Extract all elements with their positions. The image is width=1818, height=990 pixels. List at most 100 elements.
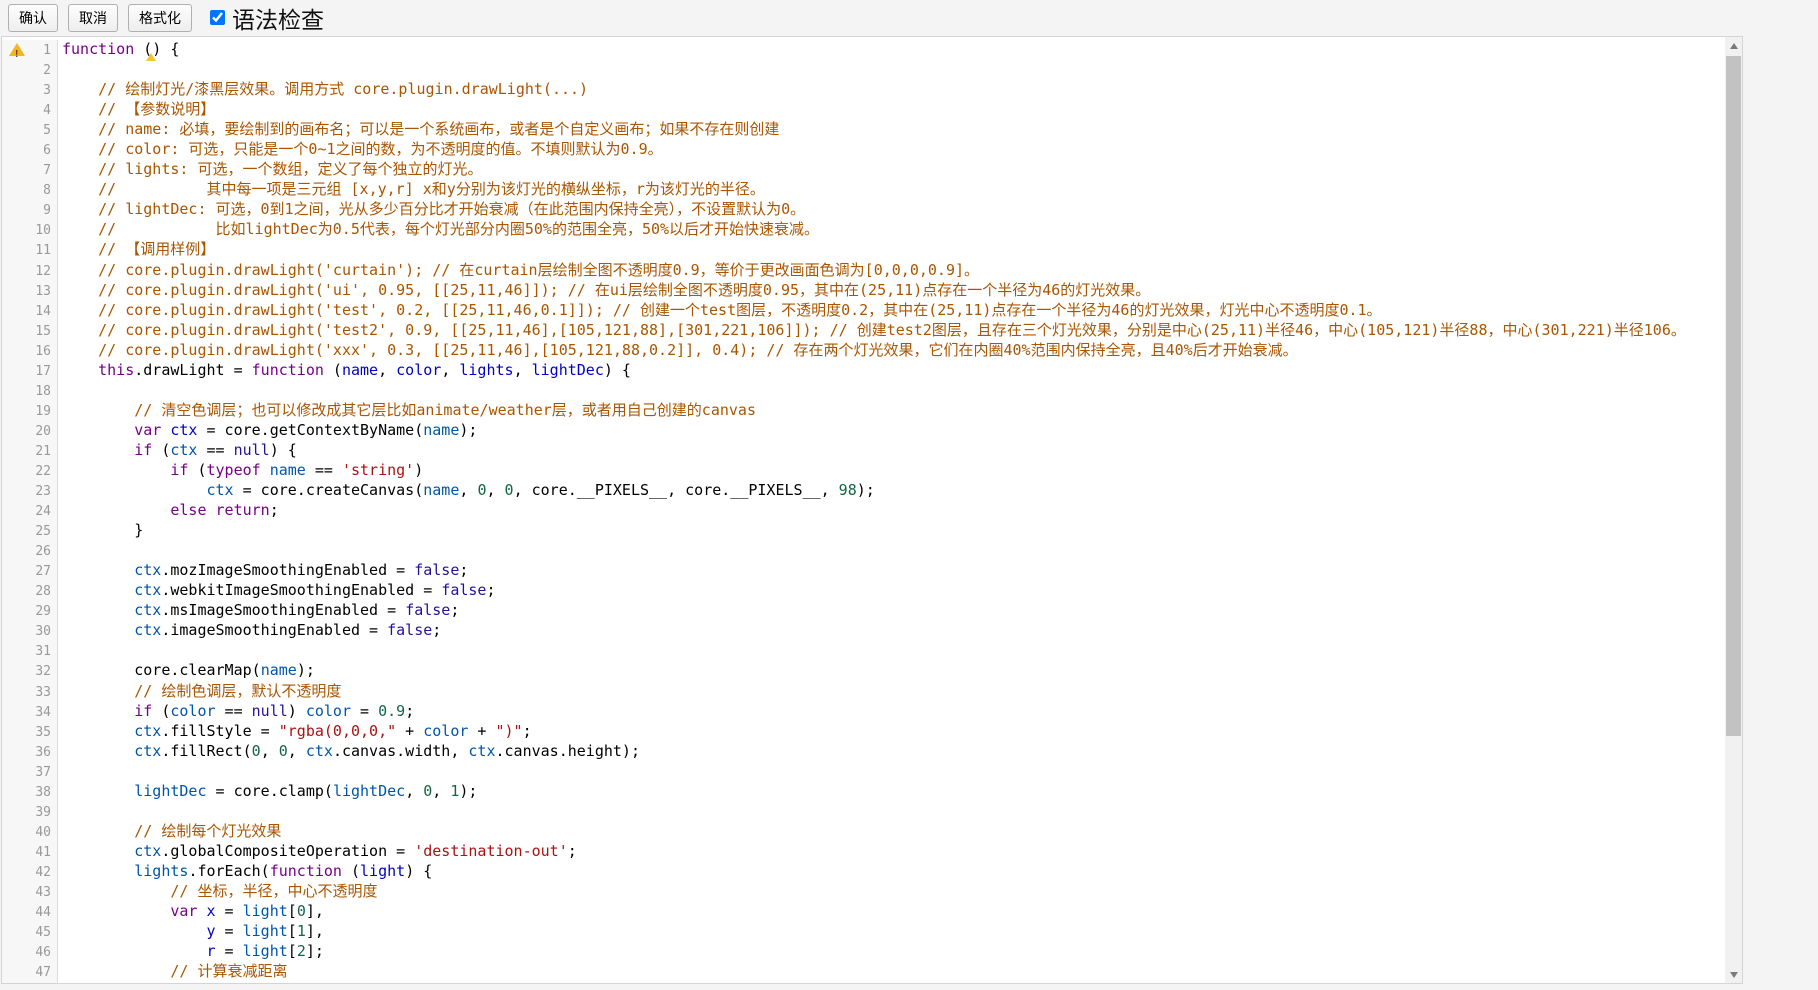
code-text[interactable]: // 其中每一项是三元组 [x,y,r] x和y分别为该灯光的横纵坐标，r为该灯… [58,180,1725,200]
gutter-cell: 4 [2,100,58,120]
code-text[interactable]: // lightDec: 可选，0到1之间，光从多少百分比才开始衰减（在此范围内… [58,200,1725,220]
scrollbar[interactable] [1725,37,1742,983]
code-text[interactable]: // name: 必填，要绘制到的画布名；可以是一个系统画布，或者是个自定义画布… [58,120,1725,140]
code-text[interactable]: ctx.fillStyle = "rgba(0,0,0," + color + … [58,722,1725,742]
code-text[interactable] [58,762,1725,782]
code-text[interactable]: if (typeof name == 'string') [58,461,1725,481]
gutter-cell: 21 [2,441,58,461]
syntax-check-checkbox[interactable] [210,10,225,25]
line-number: 46 [35,945,51,960]
code-editor[interactable]: 1 function () {2 3 // 绘制灯光/漆黑层效果。调用方式 core… [1,36,1743,984]
code-text[interactable] [58,541,1725,561]
code-text[interactable]: r = light[2]; [58,942,1725,962]
gutter-cell: 13 [2,281,58,301]
code-text[interactable]: // 坐标，半径，中心不透明度 [58,882,1725,902]
line-number: 17 [35,364,51,379]
gutter-cell: 27 [2,561,58,581]
code-line: 12 // core.plugin.drawLight('curtain'); … [2,261,1725,281]
code-text[interactable]: var x = light[0], [58,902,1725,922]
gutter-cell: 1 [2,40,58,60]
code-text[interactable]: ctx.imageSmoothingEnabled = false; [58,621,1725,641]
scroll-down-button[interactable] [1725,966,1742,983]
code-line: 6 // color: 可选，只能是一个0~1之间的数，为不透明度的值。不填则默… [2,140,1725,160]
line-number: 27 [35,564,51,579]
code-text[interactable]: // core.plugin.drawLight('ui', 0.95, [[2… [58,281,1725,301]
code-text[interactable]: lights.forEach(function (light) { [58,862,1725,882]
code-text[interactable]: // 比如lightDec为0.5代表，每个灯光部分内圈50%的范围全亮，50%… [58,220,1725,240]
gutter-cell: 30 [2,621,58,641]
line-number: 18 [35,384,51,399]
code-text[interactable]: // 绘制灯光/漆黑层效果。调用方式 core.plugin.drawLight… [58,80,1725,100]
code-line: 28 ctx.webkitImageSmoothingEnabled = fal… [2,581,1725,601]
confirm-button[interactable]: 确认 [8,4,58,32]
scroll-up-icon [1730,43,1738,49]
code-line: 4 // 【参数说明】 [2,100,1725,120]
line-number: 3 [43,83,51,98]
gutter-cell: 40 [2,822,58,842]
line-number: 43 [35,885,51,900]
code-line: 16 // core.plugin.drawLight('xxx', 0.3, … [2,341,1725,361]
code-text[interactable]: else return; [58,501,1725,521]
code-line: 13 // core.plugin.drawLight('ui', 0.95, … [2,281,1725,301]
gutter-cell: 14 [2,301,58,321]
code-text[interactable]: // 【调用样例】 [58,240,1725,260]
code-text[interactable]: // 绘制色调层，默认不透明度 [58,682,1725,702]
code-text[interactable]: ctx.globalCompositeOperation = 'destinat… [58,842,1725,862]
gutter-cell: 20 [2,421,58,441]
code-text[interactable]: // core.plugin.drawLight('curtain'); // … [58,261,1725,281]
code-line: 20 var ctx = core.getContextByName(name)… [2,421,1725,441]
cancel-button[interactable]: 取消 [68,4,118,32]
format-button[interactable]: 格式化 [128,4,192,32]
code-text[interactable] [58,60,1725,80]
code-text[interactable]: var ctx = core.getContextByName(name); [58,421,1725,441]
code-lines[interactable]: 1 function () {2 3 // 绘制灯光/漆黑层效果。调用方式 core… [2,37,1725,983]
code-text[interactable] [58,802,1725,822]
code-text[interactable]: lightDec = core.clamp(lightDec, 0, 1); [58,782,1725,802]
code-text[interactable]: // 绘制每个灯光效果 [58,822,1725,842]
gutter-cell: 18 [2,381,58,401]
code-text[interactable]: var decDistance = parseInt(r * lightDec)… [58,982,1725,983]
gutter-cell: 12 [2,261,58,281]
line-number: 22 [35,464,51,479]
gutter-cell: 39 [2,802,58,822]
code-line: 9 // lightDec: 可选，0到1之间，光从多少百分比才开始衰减（在此范… [2,200,1725,220]
code-text[interactable]: // lights: 可选，一个数组，定义了每个独立的灯光。 [58,160,1725,180]
code-line: 15 // core.plugin.drawLight('test2', 0.9… [2,321,1725,341]
gutter-cell: 6 [2,140,58,160]
code-text[interactable]: ctx.mozImageSmoothingEnabled = false; [58,561,1725,581]
code-line: 5 // name: 必填，要绘制到的画布名；可以是一个系统画布，或者是个自定义… [2,120,1725,140]
gutter-cell: 47 [2,962,58,982]
code-text[interactable] [58,381,1725,401]
line-number: 29 [35,604,51,619]
code-text[interactable]: ctx.msImageSmoothingEnabled = false; [58,601,1725,621]
code-text[interactable]: if (ctx == null) { [58,441,1725,461]
gutter-cell: 22 [2,461,58,481]
code-text[interactable]: function () { [58,40,1725,60]
code-text[interactable]: // color: 可选，只能是一个0~1之间的数，为不透明度的值。不填则默认为… [58,140,1725,160]
code-text[interactable]: ctx = core.createCanvas(name, 0, 0, core… [58,481,1725,501]
code-text[interactable]: // 【参数说明】 [58,100,1725,120]
code-text[interactable]: // 计算衰减距离 [58,962,1725,982]
code-text[interactable]: // core.plugin.drawLight('xxx', 0.3, [[2… [58,341,1725,361]
gutter-cell: 9 [2,200,58,220]
code-line: 31 [2,641,1725,661]
code-text[interactable]: } [58,521,1725,541]
code-text[interactable]: if (color == null) color = 0.9; [58,702,1725,722]
code-text[interactable] [58,641,1725,661]
code-text[interactable]: y = light[1], [58,922,1725,942]
scroll-thumb[interactable] [1726,56,1741,736]
code-text[interactable]: ctx.fillRect(0, 0, ctx.canvas.width, ctx… [58,742,1725,762]
line-number: 39 [35,805,51,820]
code-text[interactable]: ctx.webkitImageSmoothingEnabled = false; [58,581,1725,601]
gutter-cell: 2 [2,60,58,80]
code-text[interactable]: // core.plugin.drawLight('test', 0.2, [[… [58,301,1725,321]
code-line: 32 core.clearMap(name); [2,661,1725,681]
syntax-check-label: 语法检查 [232,1,324,35]
code-text[interactable]: // core.plugin.drawLight('test2', 0.9, [… [58,321,1725,341]
scroll-up-button[interactable] [1725,37,1742,54]
code-text[interactable]: // 清空色调层；也可以修改成其它层比如animate/weather层，或者用… [58,401,1725,421]
line-number: 31 [35,644,51,659]
line-number: 1 [43,43,51,58]
code-text[interactable]: this.drawLight = function (name, color, … [58,361,1725,381]
code-text[interactable]: core.clearMap(name); [58,661,1725,681]
